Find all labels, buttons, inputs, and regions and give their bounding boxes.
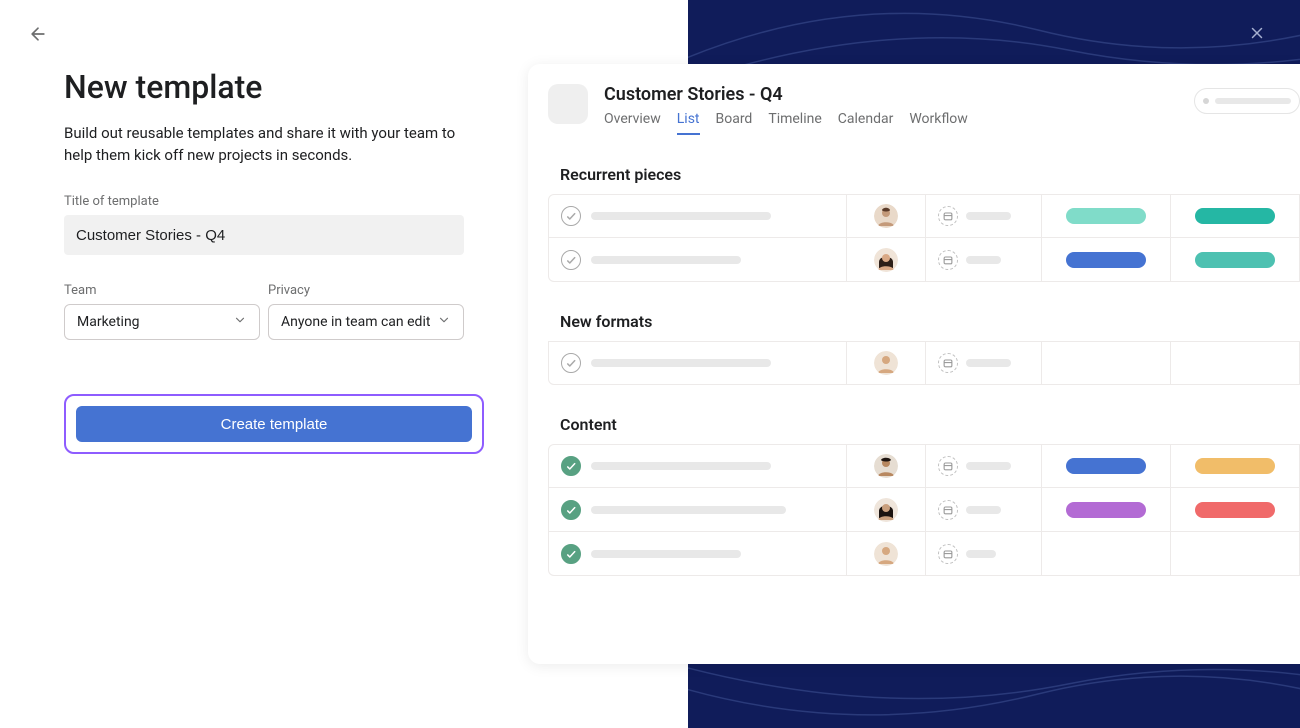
task-name-placeholder xyxy=(591,462,771,470)
cta-highlight-frame: Create template xyxy=(64,394,484,454)
calendar-icon[interactable] xyxy=(938,500,958,520)
privacy-label: Privacy xyxy=(268,283,464,298)
calendar-icon[interactable] xyxy=(938,250,958,270)
section-title: Recurrent pieces xyxy=(560,165,1300,184)
back-arrow-icon[interactable] xyxy=(28,24,52,48)
task-row[interactable] xyxy=(548,194,1300,238)
date-placeholder xyxy=(966,462,1011,470)
assignee-avatar[interactable] xyxy=(874,454,898,478)
tag-pill xyxy=(1195,502,1275,518)
assignee-avatar[interactable] xyxy=(874,351,898,375)
project-preview-card: Customer Stories - Q4 Overview List Board T… xyxy=(528,64,1300,664)
task-section: New formats xyxy=(548,312,1300,385)
complete-checkbox[interactable] xyxy=(561,250,581,270)
tag-pill xyxy=(1195,208,1275,224)
privacy-select-value: Anyone in team can edit xyxy=(281,314,430,330)
task-section: Recurrent pieces xyxy=(548,165,1300,282)
task-row[interactable] xyxy=(548,444,1300,488)
tab-calendar[interactable]: Calendar xyxy=(838,111,894,135)
assignee-avatar[interactable] xyxy=(874,204,898,228)
chevron-down-icon xyxy=(233,313,247,331)
task-name-placeholder xyxy=(591,550,741,558)
tab-list[interactable]: List xyxy=(677,111,700,135)
close-icon[interactable] xyxy=(1248,24,1272,48)
tag-pill xyxy=(1195,458,1275,474)
decorative-band-top xyxy=(688,0,1300,64)
project-icon-placeholder xyxy=(548,84,588,124)
team-select-value: Marketing xyxy=(77,314,140,330)
calendar-icon[interactable] xyxy=(938,206,958,226)
tag-pill xyxy=(1066,458,1146,474)
task-row[interactable] xyxy=(548,238,1300,282)
complete-checkbox[interactable] xyxy=(561,456,581,476)
complete-checkbox[interactable] xyxy=(561,500,581,520)
assignee-avatar[interactable] xyxy=(874,542,898,566)
section-title: New formats xyxy=(560,312,1300,331)
complete-checkbox[interactable] xyxy=(561,353,581,373)
tab-board[interactable]: Board xyxy=(716,111,753,135)
task-name-placeholder xyxy=(591,212,771,220)
calendar-icon[interactable] xyxy=(938,544,958,564)
task-name-placeholder xyxy=(591,359,771,367)
tab-overview[interactable]: Overview xyxy=(604,111,661,135)
date-placeholder xyxy=(966,256,1001,264)
task-row[interactable] xyxy=(548,532,1300,576)
tab-timeline[interactable]: Timeline xyxy=(768,111,821,135)
tag-pill xyxy=(1066,252,1146,268)
tag-pill xyxy=(1066,502,1146,518)
tag-pill xyxy=(1066,208,1146,224)
team-select[interactable]: Marketing xyxy=(64,304,260,340)
calendar-icon[interactable] xyxy=(938,456,958,476)
page-description: Build out reusable templates and share i… xyxy=(64,122,464,166)
section-title: Content xyxy=(560,415,1300,434)
chevron-down-icon xyxy=(437,313,451,331)
task-name-placeholder xyxy=(591,506,786,514)
date-placeholder xyxy=(966,212,1011,220)
complete-checkbox[interactable] xyxy=(561,206,581,226)
decorative-band-bottom xyxy=(688,664,1300,728)
tag-pill xyxy=(1195,252,1275,268)
page-title: New template xyxy=(64,68,466,106)
tab-workflow[interactable]: Workflow xyxy=(909,111,968,135)
date-placeholder xyxy=(966,359,1011,367)
create-template-button[interactable]: Create template xyxy=(76,406,472,442)
share-placeholder[interactable] xyxy=(1194,88,1300,114)
privacy-select[interactable]: Anyone in team can edit xyxy=(268,304,464,340)
title-label: Title of template xyxy=(64,194,466,209)
complete-checkbox[interactable] xyxy=(561,544,581,564)
template-title-input[interactable] xyxy=(64,215,464,255)
date-placeholder xyxy=(966,506,1001,514)
task-row[interactable] xyxy=(548,488,1300,532)
task-name-placeholder xyxy=(591,256,741,264)
assignee-avatar[interactable] xyxy=(874,498,898,522)
project-tabs: Overview List Board Timeline Calendar Workflo… xyxy=(604,111,968,135)
project-title: Customer Stories - Q4 xyxy=(604,84,968,105)
date-placeholder xyxy=(966,550,996,558)
calendar-icon[interactable] xyxy=(938,353,958,373)
task-section: Content xyxy=(548,415,1300,576)
team-label: Team xyxy=(64,283,260,298)
assignee-avatar[interactable] xyxy=(874,248,898,272)
task-row[interactable] xyxy=(548,341,1300,385)
